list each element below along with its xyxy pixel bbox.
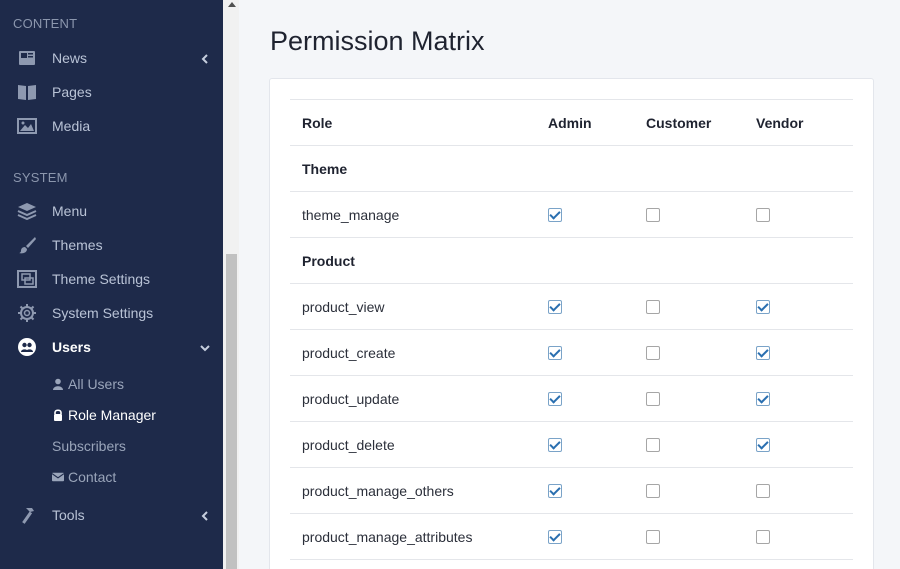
user-icon xyxy=(52,378,64,390)
gear-icon xyxy=(16,302,38,324)
table-bottom-border xyxy=(290,559,853,560)
sidebar-subitem-all-users[interactable]: All Users xyxy=(52,376,124,392)
book-icon xyxy=(16,81,38,103)
envelope-icon xyxy=(52,471,64,483)
sidebar-item-users[interactable]: Users xyxy=(0,332,223,362)
vendor-checkbox[interactable] xyxy=(756,392,770,406)
table-row: product_manage_attributes xyxy=(290,513,853,559)
admin-checkbox[interactable] xyxy=(548,346,562,360)
sidebar-item-menu[interactable]: Menu xyxy=(0,196,223,226)
vendor-checkbox[interactable] xyxy=(756,346,770,360)
sidebar-subitem-label: Contact xyxy=(68,469,117,485)
newspaper-icon xyxy=(16,47,38,69)
page-title: Permission Matrix xyxy=(270,26,485,56)
sidebar-item-theme-settings[interactable]: Theme Settings xyxy=(0,264,223,294)
admin-checkbox[interactable] xyxy=(548,208,562,222)
sidebar-item-label: Media xyxy=(52,118,91,134)
admin-checkbox[interactable] xyxy=(548,300,562,314)
table-row: product_update xyxy=(290,375,853,421)
table-group-row: Product xyxy=(290,237,853,283)
chevron-left-icon xyxy=(199,52,211,64)
sidebar-subitem-label: Subscribers xyxy=(52,438,126,454)
sidebar-item-pages[interactable]: Pages xyxy=(0,77,223,107)
scroll-up-arrow-icon[interactable] xyxy=(228,2,236,7)
hammer-icon xyxy=(16,504,38,526)
vendor-checkbox[interactable] xyxy=(756,530,770,544)
sidebar: CONTENT News Pages Media SYSTEM Menu The… xyxy=(0,0,223,569)
table-row: theme_manage xyxy=(290,191,853,237)
admin-checkbox[interactable] xyxy=(548,438,562,452)
column-header-role: Role xyxy=(302,115,333,131)
sidebar-item-label: Themes xyxy=(52,237,103,253)
sidebar-item-system-settings[interactable]: System Settings xyxy=(0,298,223,328)
vendor-checkbox[interactable] xyxy=(756,300,770,314)
admin-checkbox[interactable] xyxy=(548,530,562,544)
permission-name: product_update xyxy=(302,391,400,407)
group-label: Theme xyxy=(302,161,348,177)
table-group-row: Theme xyxy=(290,145,853,191)
lock-icon xyxy=(52,409,64,421)
vendor-checkbox[interactable] xyxy=(756,484,770,498)
admin-checkbox[interactable] xyxy=(548,484,562,498)
layers-icon xyxy=(16,200,38,222)
sidebar-item-label: Menu xyxy=(52,203,88,219)
customer-checkbox[interactable] xyxy=(646,392,660,406)
column-header-customer: Customer xyxy=(646,115,712,131)
group-label: Product xyxy=(302,253,355,269)
sidebar-subitem-subscribers[interactable]: Subscribers xyxy=(52,438,126,454)
vendor-checkbox[interactable] xyxy=(756,208,770,222)
sidebar-item-label: Pages xyxy=(52,84,92,100)
permission-name: product_delete xyxy=(302,437,395,453)
customer-checkbox[interactable] xyxy=(646,346,660,360)
sidebar-item-label: Theme Settings xyxy=(52,271,151,287)
chevron-left-icon xyxy=(199,509,211,521)
permission-name: product_view xyxy=(302,299,385,315)
column-header-vendor: Vendor xyxy=(756,115,804,131)
sidebar-subitem-label: All Users xyxy=(68,376,125,392)
customer-checkbox[interactable] xyxy=(646,438,660,452)
sidebar-item-tools[interactable]: Tools xyxy=(0,500,223,530)
sidebar-subitem-contact[interactable]: Contact xyxy=(52,469,116,485)
sidebar-item-themes[interactable]: Themes xyxy=(0,230,223,260)
permission-name: product_manage_attributes xyxy=(302,529,473,545)
sidebar-section-system: SYSTEM xyxy=(13,170,68,185)
brush-icon xyxy=(16,234,38,256)
admin-checkbox[interactable] xyxy=(548,392,562,406)
table-row: product_manage_others xyxy=(290,467,853,513)
permission-name: product_create xyxy=(302,345,396,361)
sidebar-item-label: News xyxy=(52,50,88,66)
sidebar-item-label: Tools xyxy=(52,507,85,523)
users-icon xyxy=(16,336,38,358)
customer-checkbox[interactable] xyxy=(646,208,660,222)
table-row: product_delete xyxy=(290,421,853,467)
permission-name: theme_manage xyxy=(302,207,400,223)
table-row: product_view xyxy=(290,283,853,329)
sidebar-section-content: CONTENT xyxy=(13,16,78,31)
sidebar-item-news[interactable]: News xyxy=(0,43,223,73)
permission-name: product_manage_others xyxy=(302,483,454,499)
table-row: product_create xyxy=(290,329,853,375)
vendor-checkbox[interactable] xyxy=(756,438,770,452)
table-header-row: Role Admin Customer Vendor xyxy=(290,99,853,145)
sidebar-item-media[interactable]: Media xyxy=(0,111,223,141)
scrollbar-thumb[interactable] xyxy=(226,254,237,569)
theme-settings-icon xyxy=(16,268,38,290)
sidebar-subitem-role-manager[interactable]: Role Manager xyxy=(52,407,156,423)
sidebar-item-label: System Settings xyxy=(52,305,154,321)
column-header-admin: Admin xyxy=(548,115,592,131)
customer-checkbox[interactable] xyxy=(646,484,660,498)
customer-checkbox[interactable] xyxy=(646,300,660,314)
customer-checkbox[interactable] xyxy=(646,530,660,544)
sidebar-subitem-label: Role Manager xyxy=(68,407,156,423)
image-icon xyxy=(16,115,38,137)
chevron-down-icon xyxy=(199,341,211,353)
permission-table: Role Admin Customer Vendor Theme theme_m… xyxy=(290,99,853,560)
sidebar-item-label: Users xyxy=(52,339,91,355)
